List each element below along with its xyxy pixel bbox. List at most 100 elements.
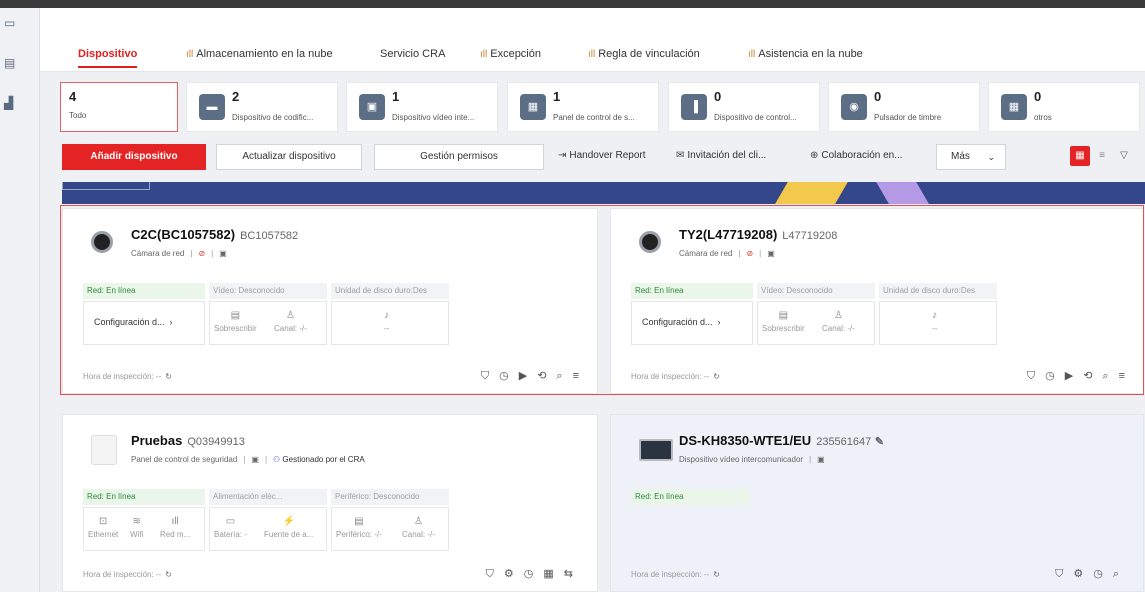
export-icon: ⇥ bbox=[558, 150, 567, 161]
device-name[interactable]: DS-KH8350-WTE1/EU 235561647 ✎ bbox=[679, 433, 884, 448]
tab-dispositivo[interactable]: Dispositivo bbox=[78, 48, 138, 68]
device-card[interactable]: TY2(L47719208) L47719208 Cámara de red | ⊘ |… bbox=[610, 208, 1144, 394]
category-all[interactable]: 4 Todo bbox=[60, 82, 178, 132]
tab-cloud-storage[interactable]: ıll Almacenamiento en la nube bbox=[186, 48, 333, 60]
permissions-button[interactable]: Gestión permisos bbox=[374, 144, 544, 170]
device-type: Cámara de red bbox=[679, 249, 733, 258]
add-device-button[interactable]: Añadir dispositivo bbox=[62, 144, 206, 170]
more-icon[interactable]: ≡ bbox=[1119, 370, 1125, 382]
invite-label: Invitación del cli... bbox=[687, 150, 767, 161]
indoor-station-icon bbox=[639, 439, 673, 461]
signal-icon: ıll bbox=[588, 49, 596, 60]
channel-icon: ♙ bbox=[833, 310, 843, 321]
clock-icon[interactable]: ◷ bbox=[499, 370, 509, 382]
config-box[interactable]: Configuración d... › bbox=[631, 301, 753, 345]
tab-linkage[interactable]: ıll Regla de vinculación bbox=[588, 48, 700, 60]
category-encoder[interactable]: ▬ 2 Dispositivo de codific... bbox=[186, 82, 338, 132]
category-video-intercom[interactable]: ▣ 1 Dispositivo vídeo inte... bbox=[346, 82, 498, 132]
promo-banner[interactable] bbox=[62, 182, 1145, 204]
device-card[interactable]: DS-KH8350-WTE1/EU 235561647 ✎ Dispositivo… bbox=[610, 414, 1144, 592]
config-label: Configuración d... › bbox=[642, 317, 721, 327]
banner-shape bbox=[870, 182, 934, 204]
search-icon[interactable]: ⌕ bbox=[556, 370, 562, 382]
ethernet-icon: ⊡ bbox=[98, 516, 108, 527]
replay-icon[interactable]: ⟲ bbox=[1083, 370, 1092, 382]
screen-icon[interactable]: ▣ bbox=[219, 249, 227, 258]
devices-icon[interactable]: ▭ bbox=[4, 16, 26, 32]
card-actions: ⛉ ⚙ ◷ ⌕ bbox=[1045, 567, 1119, 581]
keypad-icon[interactable]: ▦ bbox=[543, 568, 553, 580]
device-name[interactable]: Pruebas Q03949913 bbox=[131, 433, 245, 448]
refresh-icon[interactable]: ↻ bbox=[165, 570, 172, 579]
left-sidebar: ▭ ▤ ▟ bbox=[0, 8, 40, 592]
device-serial: L47719208 bbox=[782, 230, 838, 242]
camera-icon bbox=[639, 231, 661, 253]
network-status: Red: En línea bbox=[631, 283, 753, 299]
alert-icon[interactable]: ⊘ bbox=[746, 249, 753, 258]
refresh-icon[interactable]: ↻ bbox=[165, 372, 172, 381]
category-count: 4 bbox=[69, 89, 77, 104]
clock-icon[interactable]: ◷ bbox=[524, 568, 534, 580]
handover-report-link[interactable]: ⇥ Handover Report bbox=[558, 150, 646, 161]
screen-icon[interactable]: ▣ bbox=[767, 249, 775, 258]
category-access-control[interactable]: ▐ 0 Dispositivo de control... bbox=[668, 82, 820, 132]
play-icon[interactable]: ▶ bbox=[1065, 370, 1073, 382]
settings-icon[interactable]: ⚙ bbox=[504, 568, 514, 580]
device-name-text: Pruebas bbox=[131, 433, 183, 448]
replay-icon[interactable]: ⟲ bbox=[537, 370, 546, 382]
clock-icon[interactable]: ◷ bbox=[1045, 370, 1055, 382]
device-type: Panel de control de seguridad bbox=[131, 455, 238, 464]
video-box: ▤ Sobrescribir ♙ Canal: -/- bbox=[757, 301, 875, 345]
device-type: Dispositivo vídeo intercomunicador bbox=[679, 455, 804, 464]
stats-icon[interactable]: ▟ bbox=[4, 96, 26, 112]
edit-icon[interactable]: ✎ bbox=[875, 436, 884, 448]
settings-icon[interactable]: ⚙ bbox=[1073, 568, 1083, 580]
category-label: Pulsador de timbre bbox=[874, 113, 942, 122]
security-panel-icon: ▦ bbox=[520, 94, 546, 120]
banner-shape bbox=[770, 182, 854, 204]
more-icon[interactable]: ≡ bbox=[573, 370, 579, 382]
channel-icon: ♙ bbox=[285, 310, 295, 321]
shield-icon[interactable]: ⛉ bbox=[1055, 568, 1063, 580]
clock-icon[interactable]: ◷ bbox=[1093, 568, 1103, 580]
update-device-button[interactable]: Actualizar dispositivo bbox=[216, 144, 362, 170]
more-dropdown[interactable]: Más ⌄ bbox=[936, 144, 1006, 170]
mobile-signal-icon: ıll bbox=[171, 516, 179, 527]
transfer-icon[interactable]: ⇆ bbox=[564, 568, 573, 580]
device-card[interactable]: Pruebas Q03949913 Panel de control de seg… bbox=[62, 414, 598, 592]
invite-link[interactable]: ✉ Invitación del cli... bbox=[676, 150, 766, 161]
device-card[interactable]: C2C(BC1057582) BC1057582 Cámara de red | ⊘ |… bbox=[62, 208, 598, 394]
signal-icon: ıll bbox=[480, 49, 488, 60]
alert-icon[interactable]: ⊘ bbox=[198, 249, 205, 258]
tab-label: Regla de vinculación bbox=[598, 48, 700, 60]
category-row: 4 Todo ▬ 2 Dispositivo de codific... ▣ 1… bbox=[40, 80, 1145, 140]
play-icon[interactable]: ▶ bbox=[519, 370, 527, 382]
filter-icon[interactable]: ▽ bbox=[1114, 146, 1134, 166]
search-icon[interactable]: ⌕ bbox=[1102, 370, 1108, 382]
search-icon[interactable]: ⌕ bbox=[1113, 568, 1119, 580]
category-doorbell[interactable]: ◉ 0 Pulsador de timbre bbox=[828, 82, 980, 132]
tab-cra[interactable]: Servicio CRA bbox=[380, 48, 445, 60]
device-name[interactable]: TY2(L47719208) L47719208 bbox=[679, 227, 837, 242]
grid-view-icon[interactable]: ▦ bbox=[1070, 146, 1090, 166]
tab-exception[interactable]: ıll Excepción bbox=[480, 48, 541, 60]
collab-link[interactable]: ⊕ Colaboración en... bbox=[810, 150, 903, 161]
screen-icon[interactable]: ▣ bbox=[817, 455, 825, 464]
category-others[interactable]: ▦ 0 otros bbox=[988, 82, 1140, 132]
config-box[interactable]: Configuración d... › bbox=[83, 301, 205, 345]
shield-icon[interactable]: ⛉ bbox=[481, 370, 489, 382]
device-type-row: Dispositivo vídeo intercomunicador | ▣ bbox=[679, 455, 825, 464]
storage-icon[interactable]: ▤ bbox=[4, 56, 26, 72]
disk-status: Unidad de disco duro:Des bbox=[331, 283, 449, 299]
overwrite-item: ▤ Sobrescribir bbox=[214, 310, 257, 333]
shield-icon[interactable]: ⛉ bbox=[1027, 370, 1035, 382]
tab-cloud-assist[interactable]: ıll Asistencia en la nube bbox=[748, 48, 863, 60]
screen-icon[interactable]: ▣ bbox=[251, 455, 259, 464]
device-serial: 235561647 bbox=[816, 436, 872, 448]
device-name[interactable]: C2C(BC1057582) BC1057582 bbox=[131, 227, 298, 242]
refresh-icon[interactable]: ↻ bbox=[713, 570, 720, 579]
refresh-icon[interactable]: ↻ bbox=[713, 372, 720, 381]
list-view-icon[interactable]: ≡ bbox=[1092, 146, 1112, 166]
shield-icon[interactable]: ⛉ bbox=[486, 568, 494, 580]
category-security-panel[interactable]: ▦ 1 Panel de control de s... bbox=[507, 82, 659, 132]
